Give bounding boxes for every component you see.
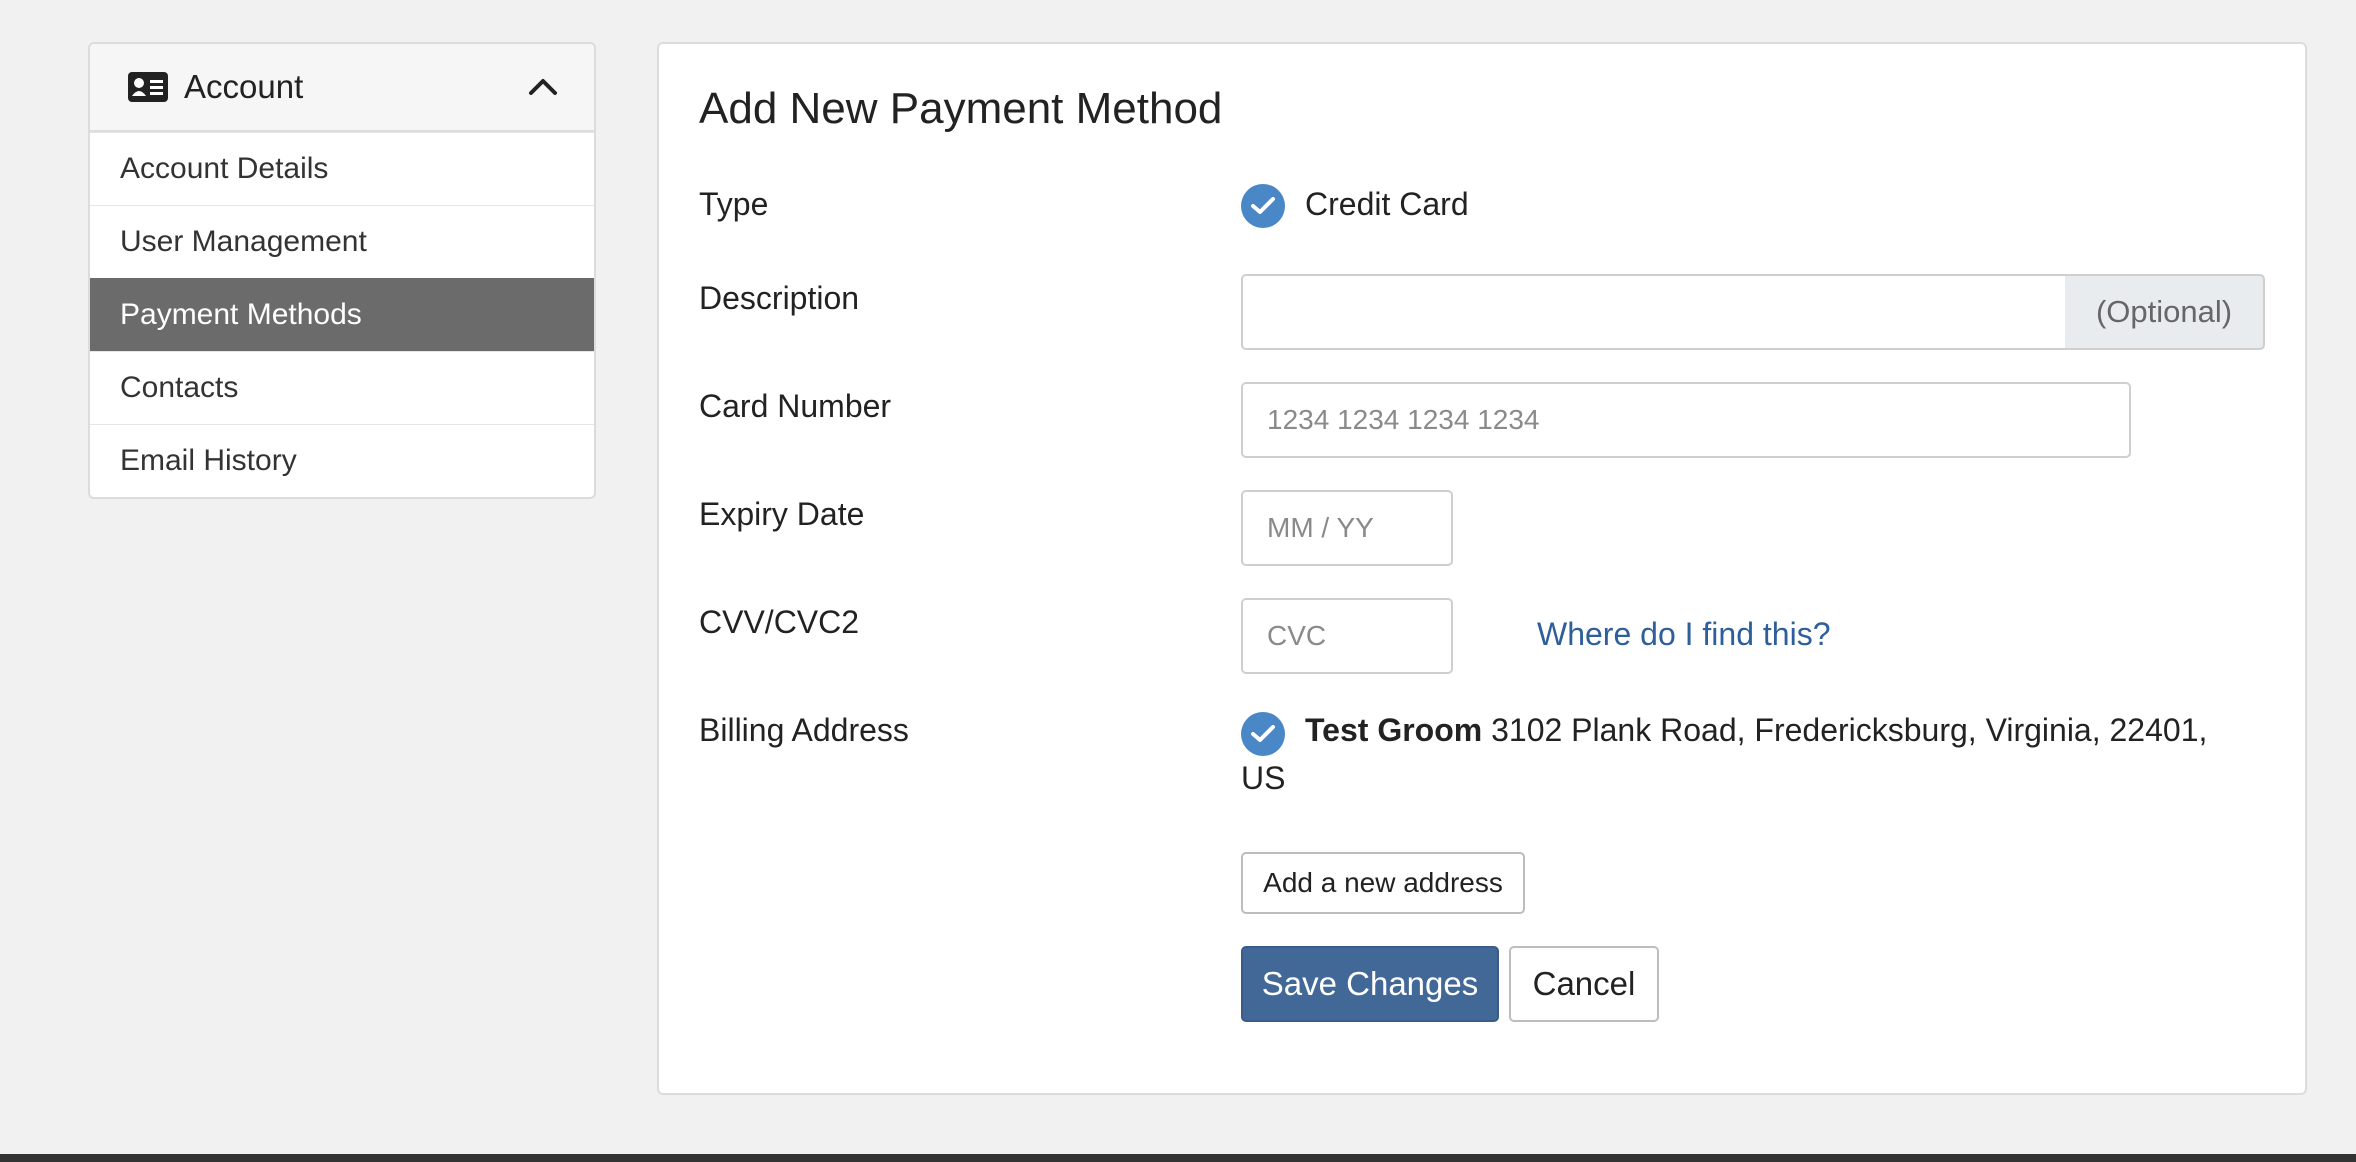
sidebar-item-label: Payment Methods	[120, 298, 362, 331]
check-circle-icon[interactable]	[1241, 712, 1285, 756]
account-sidebar: Account Account Details User Management …	[88, 42, 596, 499]
billing-name: Test Groom	[1305, 712, 1483, 748]
cvc-help-link[interactable]: Where do I find this?	[1537, 616, 1830, 653]
billing-address-label: Billing Address	[699, 712, 909, 748]
sidebar-item-label: Contacts	[120, 371, 239, 404]
sidebar-item-email-history[interactable]: Email History	[90, 424, 594, 497]
check-circle-icon[interactable]	[1241, 184, 1285, 228]
description-label: Description	[699, 280, 860, 316]
sidebar-item-label: User Management	[120, 225, 367, 258]
expiry-date-label: Expiry Date	[699, 496, 865, 532]
cancel-button[interactable]: Cancel	[1509, 946, 1659, 1022]
save-changes-button[interactable]: Save Changes	[1241, 946, 1499, 1022]
sidebar-item-user-management[interactable]: User Management	[90, 205, 594, 278]
type-value: Credit Card	[1305, 186, 1469, 222]
page-title: Add New Payment Method	[699, 84, 1223, 133]
footer-bar	[0, 1154, 2356, 1162]
sidebar-item-payment-methods[interactable]: Payment Methods	[90, 278, 594, 351]
sidebar-header[interactable]: Account	[90, 44, 594, 132]
cvc-label: CVV/CVC2	[699, 604, 860, 640]
sidebar-item-label: Account Details	[120, 152, 329, 185]
payment-method-panel: Add New Payment Method Type Credit Card …	[657, 42, 2307, 1095]
id-card-icon	[128, 72, 168, 102]
billing-address-line: Test Groom 3102 Plank Road, Fredericksbu…	[1305, 712, 2207, 749]
description-optional-addon: (Optional)	[2065, 274, 2265, 350]
billing-street: 3102 Plank Road, Fredericksburg, Virgini…	[1491, 712, 2208, 748]
card-number-label: Card Number	[699, 388, 892, 424]
sidebar-item-label: Email History	[120, 444, 297, 477]
sidebar-item-account-details[interactable]: Account Details	[90, 132, 594, 205]
add-address-button[interactable]: Add a new address	[1241, 852, 1525, 914]
sidebar-item-contacts[interactable]: Contacts	[90, 351, 594, 424]
sidebar-title: Account	[184, 68, 304, 105]
cvc-input[interactable]	[1241, 598, 1453, 674]
card-number-input[interactable]	[1241, 382, 2131, 458]
expiry-date-input[interactable]	[1241, 490, 1453, 566]
chevron-up-icon[interactable]	[528, 77, 558, 97]
type-label: Type	[699, 186, 769, 222]
description-input[interactable]	[1241, 274, 2067, 350]
billing-country: US	[1241, 760, 1286, 796]
